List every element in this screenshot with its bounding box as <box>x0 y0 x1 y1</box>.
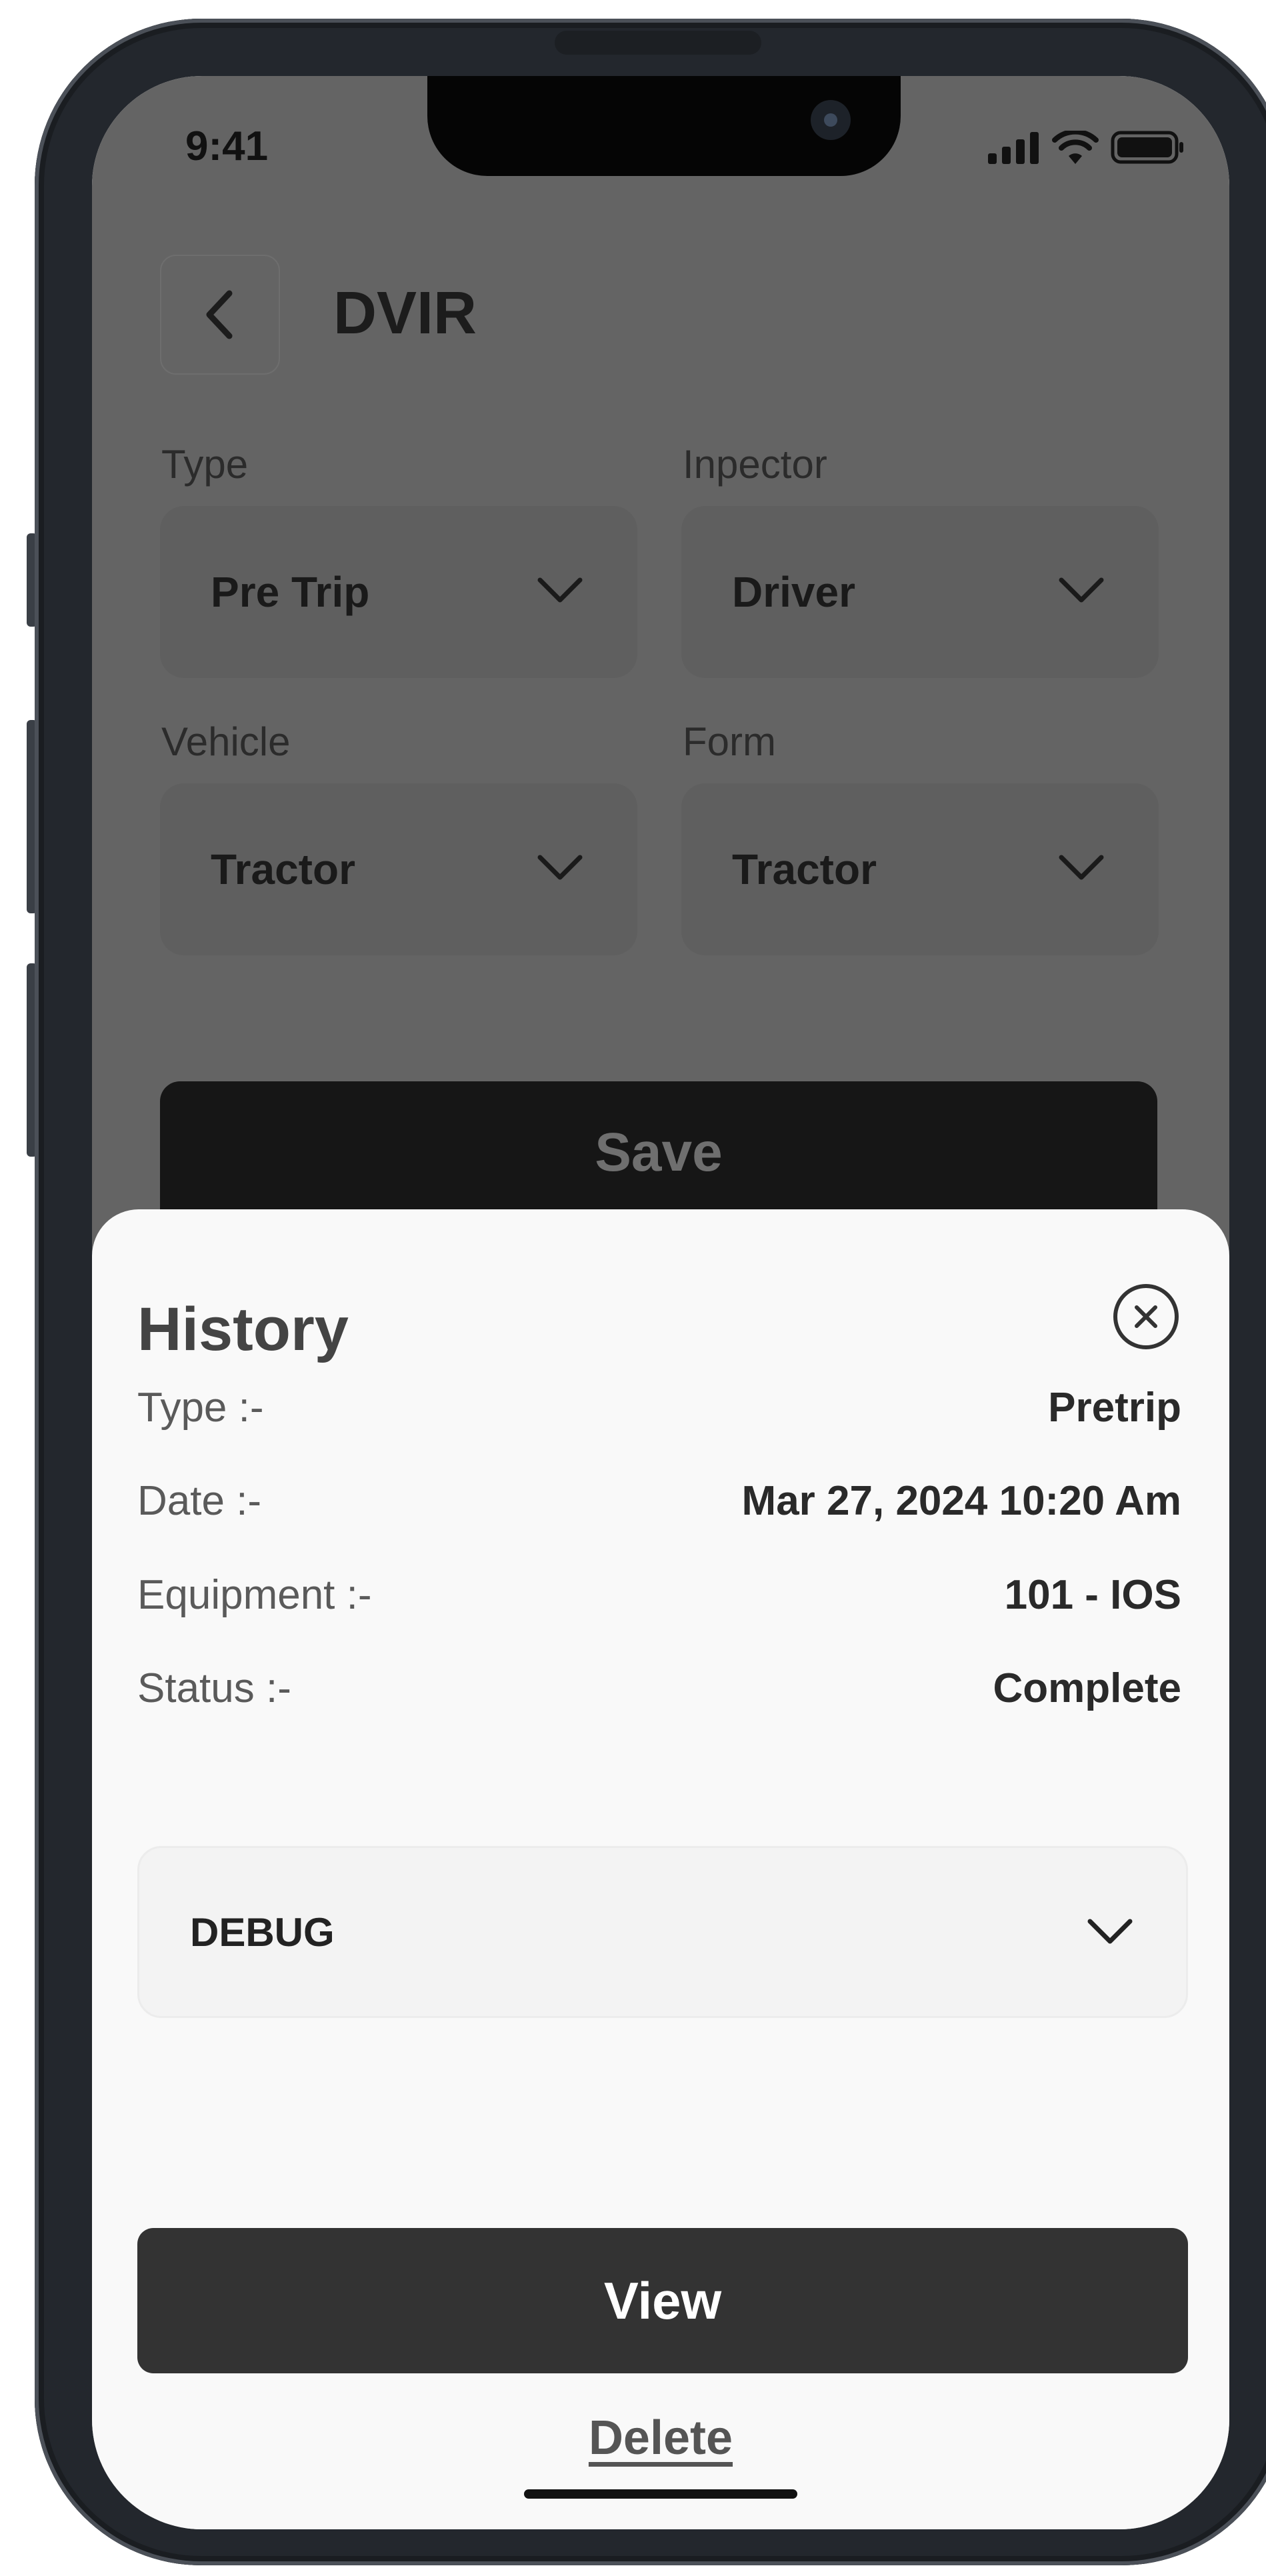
back-button[interactable] <box>160 255 280 375</box>
vehicle-select[interactable]: Tractor <box>160 783 637 955</box>
chevron-down-icon <box>1059 577 1104 603</box>
inspector-select-value: Driver <box>732 568 855 616</box>
equipment-row-label: Equipment :- <box>137 1572 372 1618</box>
type-row-value: Pretrip <box>1048 1385 1181 1431</box>
page-title: DVIR <box>333 280 477 347</box>
type-row-label: Type :- <box>137 1385 264 1431</box>
debug-select-value: DEBUG <box>190 1909 335 1955</box>
debug-select[interactable]: DEBUG <box>137 1846 1188 2018</box>
chevron-down-icon <box>1059 855 1104 880</box>
type-select-value: Pre Trip <box>211 568 370 616</box>
wifi-icon <box>1052 131 1099 164</box>
front-camera <box>811 100 851 140</box>
status-row-value: Complete <box>993 1665 1181 1711</box>
type-select[interactable]: Pre Trip <box>160 506 637 678</box>
form-select-value: Tractor <box>732 845 877 893</box>
form-label: Form <box>683 719 776 764</box>
view-button[interactable]: View <box>137 2228 1188 2373</box>
vehicle-select-value: Tractor <box>211 845 355 893</box>
home-indicator[interactable] <box>524 2489 797 2499</box>
date-row-label: Date :- <box>137 1478 262 1524</box>
history-sheet: History Type :- Pretrip Date :- Mar 27, … <box>92 1209 1229 2529</box>
form-select[interactable]: Tractor <box>681 783 1159 955</box>
inspector-select[interactable]: Driver <box>681 506 1159 678</box>
dynamic-island-notch <box>427 76 901 176</box>
inspector-label: Inpector <box>683 442 827 487</box>
status-time: 9:41 <box>185 123 269 169</box>
chevron-left-icon <box>206 290 233 339</box>
status-icons <box>988 131 1184 164</box>
phone-speaker <box>555 31 761 55</box>
history-title: History <box>137 1295 349 1363</box>
close-button[interactable] <box>1113 1284 1179 1349</box>
chevron-down-icon <box>537 577 583 603</box>
close-icon <box>1135 1305 1157 1328</box>
type-label: Type <box>161 442 249 487</box>
date-row-value: Mar 27, 2024 10:20 Am <box>741 1478 1181 1524</box>
signal-icon <box>988 132 1039 164</box>
phone-screen: 9:41 DVIR Type Pre Trip Inpector Driver … <box>92 76 1229 2529</box>
delete-link[interactable]: Delete <box>92 2411 1229 2465</box>
chevron-down-icon <box>537 855 583 880</box>
equipment-row-value: 101 - IOS <box>1004 1572 1181 1618</box>
chevron-down-icon <box>1087 1919 1133 1944</box>
battery-icon <box>1111 131 1183 164</box>
status-row-label: Status :- <box>137 1665 291 1711</box>
vehicle-label: Vehicle <box>161 719 291 764</box>
